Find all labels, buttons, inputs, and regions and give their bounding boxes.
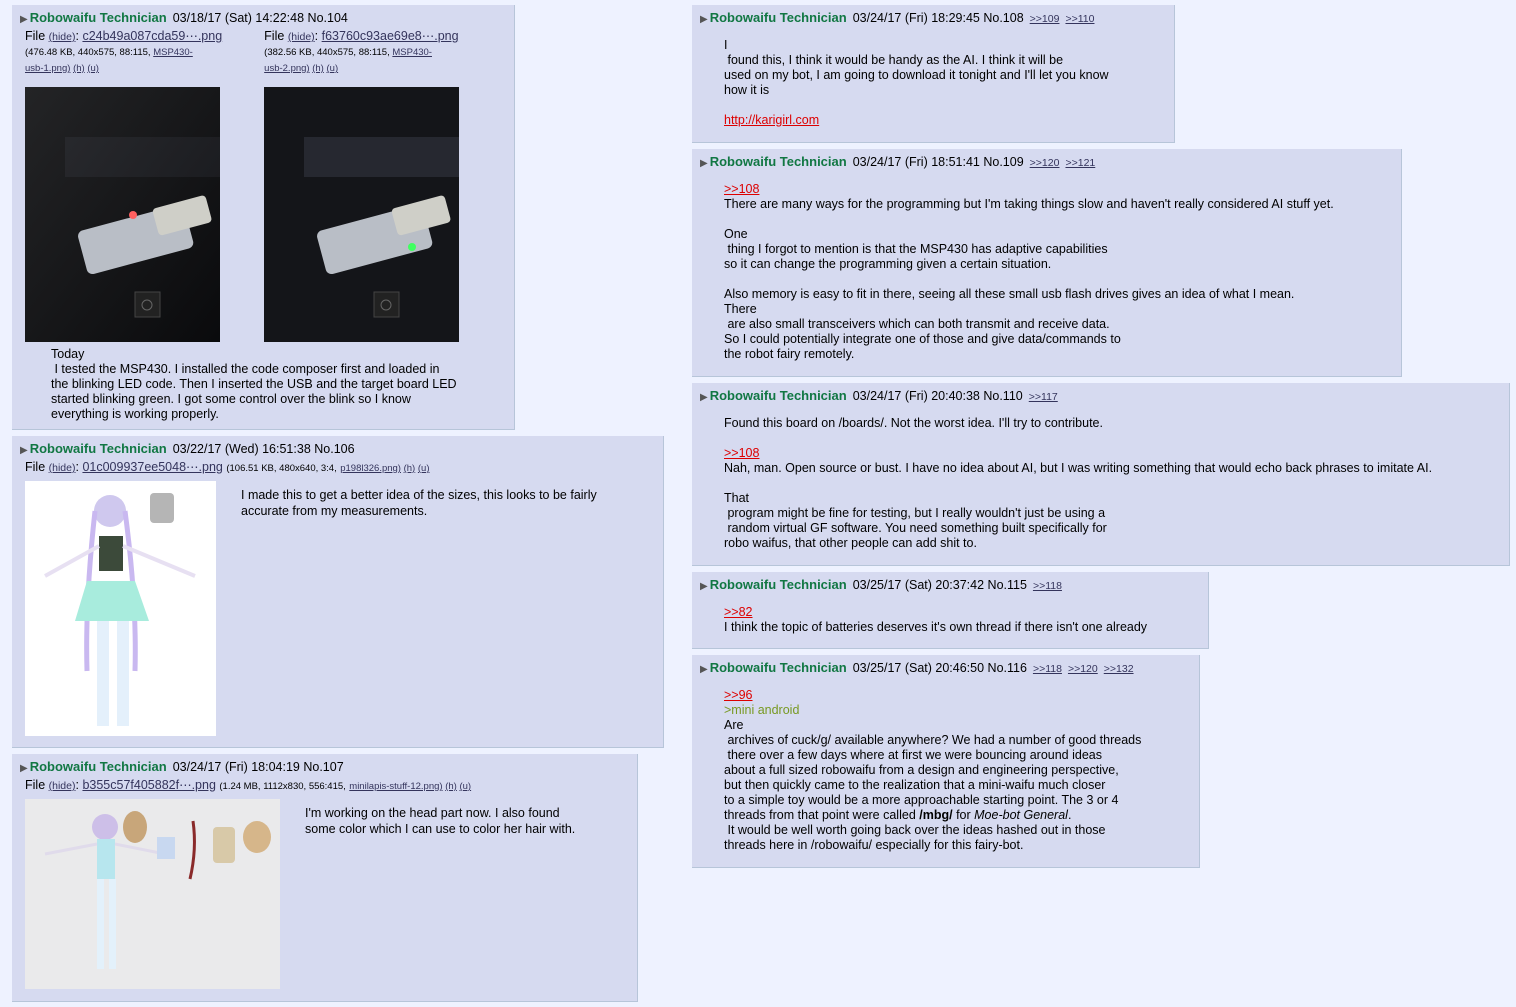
post-107: ▶ Robowaifu Technician 03/24/17 (Fri) 18:0…: [12, 754, 638, 1002]
post-108: ▶ Robowaifu Technician 03/24/17 (Fri) 18:2…: [692, 5, 1175, 143]
h-link[interactable]: (h): [73, 63, 85, 74]
post-message: >>96 >mini android Are archives of cuck/…: [724, 688, 1191, 853]
file-link[interactable]: f63760c93ae69e8⋯.png: [322, 29, 459, 43]
poster-name: Robowaifu Technician: [29, 10, 167, 25]
hide-file-link[interactable]: (hide): [49, 31, 76, 43]
menu-triangle-icon[interactable]: ▶: [20, 445, 28, 456]
post-header: ▶ Robowaifu Technician 03/22/17 (Wed) 16:5…: [20, 441, 655, 457]
post-115: ▶ Robowaifu Technician 03/25/17 (Sat) 20:3…: [692, 572, 1209, 649]
original-filename-link[interactable]: MSP430-: [153, 47, 193, 58]
h-link[interactable]: (h): [312, 63, 324, 74]
post-header: ▶ Robowaifu Technician 03/25/17 (Sat) 20:3…: [700, 577, 1200, 593]
post-message: Found this board on /boards/. Not the wo…: [724, 416, 1433, 550]
backlink[interactable]: >>117: [1029, 391, 1058, 403]
post-date: 03/24/17 (Fri) 18:51:41: [852, 155, 980, 169]
backlink[interactable]: >>109: [1030, 13, 1060, 25]
post-header: ▶ Robowaifu Technician 03/24/17 (Fri) 20:4…: [700, 388, 1501, 404]
original-filename-link[interactable]: MSP430-: [392, 47, 432, 58]
greentext: >mini android: [724, 703, 800, 717]
menu-triangle-icon[interactable]: ▶: [20, 14, 28, 25]
post-message: I found this, I think it would be handy …: [724, 38, 1109, 127]
post-109: ▶ Robowaifu Technician 03/24/17 (Fri) 18:5…: [692, 149, 1402, 377]
hide-file-link[interactable]: (hide): [49, 780, 76, 792]
file-block-1: File (hide): c24b49a087cda59⋯.png (476.4…: [25, 28, 222, 342]
backlink[interactable]: >>110: [1065, 13, 1094, 25]
post-number[interactable]: No.108: [983, 11, 1023, 25]
menu-triangle-icon[interactable]: ▶: [700, 581, 708, 592]
menu-triangle-icon[interactable]: ▶: [700, 664, 708, 675]
original-filename-link[interactable]: minilapis-stuff-12.png): [349, 781, 442, 792]
post-date: 03/24/17 (Fri) 20:40:38: [852, 389, 980, 403]
post-date: 03/18/17 (Sat) 14:22:48: [172, 11, 305, 25]
post-message: I made this to get a better idea of the …: [241, 488, 597, 518]
thumbnail-image[interactable]: [25, 481, 216, 736]
post-date: 03/24/17 (Fri) 18:04:19: [172, 760, 300, 774]
post-header: ▶ Robowaifu Technician 03/25/17 (Sat) 20:4…: [700, 660, 1191, 676]
poster-name: Robowaifu Technician: [709, 154, 847, 169]
post-message: Today I tested the MSP430. I installed t…: [51, 347, 457, 421]
quote-link[interactable]: >>82: [724, 605, 753, 619]
post-110: ▶ Robowaifu Technician 03/24/17 (Fri) 20:4…: [692, 383, 1510, 566]
post-number[interactable]: No.104: [308, 11, 348, 25]
u-link[interactable]: (u): [459, 781, 471, 792]
backlink[interactable]: >>118: [1033, 580, 1062, 592]
post-number[interactable]: No.116: [988, 661, 1027, 675]
original-filename-link[interactable]: usb-1.png): [25, 63, 70, 74]
thumbnail-image[interactable]: [25, 87, 220, 342]
poster-name: Robowaifu Technician: [709, 577, 847, 592]
post-number[interactable]: No.110: [983, 389, 1022, 403]
quote-link[interactable]: >>108: [724, 446, 759, 460]
quote-link[interactable]: >>108: [724, 182, 759, 196]
file-block-2: File (hide): f63760c93ae69e8⋯.png (382.5…: [264, 28, 460, 342]
post-date: 03/22/17 (Wed) 16:51:38: [172, 442, 311, 456]
menu-triangle-icon[interactable]: ▶: [700, 158, 708, 169]
post-header: ▶ Robowaifu Technician 03/24/17 (Fri) 18:2…: [700, 10, 1166, 26]
poster-name: Robowaifu Technician: [709, 660, 847, 675]
post-header: ▶ Robowaifu Technician 03/24/17 (Fri) 18:0…: [20, 759, 629, 775]
backlink[interactable]: >>120: [1068, 663, 1098, 675]
post-116: ▶ Robowaifu Technician 03/25/17 (Sat) 20:4…: [692, 655, 1200, 868]
quote-link[interactable]: >>96: [724, 688, 753, 702]
thumbnail-image[interactable]: [264, 87, 460, 342]
post-message: >>108 There are many ways for the progra…: [724, 182, 1334, 361]
original-filename-link[interactable]: usb-2.png): [264, 63, 309, 74]
h-link[interactable]: (h): [404, 463, 416, 474]
post-104: ▶ Robowaifu Technician 03/18/17 (Sat) 14:2…: [12, 5, 515, 430]
menu-triangle-icon[interactable]: ▶: [700, 14, 708, 25]
backlink[interactable]: >>120: [1030, 157, 1060, 169]
post-date: 03/24/17 (Fri) 18:29:45: [852, 11, 980, 25]
hide-file-link[interactable]: (hide): [288, 31, 315, 43]
post-106: ▶ Robowaifu Technician 03/22/17 (Wed) 16:5…: [12, 436, 664, 748]
u-link[interactable]: (u): [418, 463, 430, 474]
post-number[interactable]: No.115: [988, 578, 1027, 592]
file-link[interactable]: c24b49a087cda59⋯.png: [82, 29, 222, 43]
backlink[interactable]: >>132: [1104, 663, 1134, 675]
post-message: >>82 I think the topic of batteries dese…: [724, 605, 1148, 634]
post-date: 03/25/17 (Sat) 20:46:50: [852, 661, 985, 675]
file-link[interactable]: b355c57f405882f⋯.png: [82, 778, 215, 792]
h-link[interactable]: (h): [445, 781, 457, 792]
poster-name: Robowaifu Technician: [709, 10, 847, 25]
poster-name: Robowaifu Technician: [29, 759, 167, 774]
post-header: ▶ Robowaifu Technician 03/24/17 (Fri) 18:5…: [700, 154, 1393, 170]
original-filename-link[interactable]: p198l326.png): [340, 463, 401, 474]
menu-triangle-icon[interactable]: ▶: [700, 392, 708, 403]
poster-name: Robowaifu Technician: [709, 388, 847, 403]
file-link[interactable]: 01c009937ee5048⋯.png: [82, 460, 222, 474]
external-link[interactable]: http://karigirl.com: [724, 113, 819, 127]
post-number[interactable]: No.109: [983, 155, 1023, 169]
thumbnail-image[interactable]: [25, 799, 280, 989]
backlink[interactable]: >>121: [1065, 157, 1095, 169]
post-header: ▶ Robowaifu Technician 03/18/17 (Sat) 14:2…: [20, 10, 506, 26]
post-number[interactable]: No.106: [314, 442, 354, 456]
post-date: 03/25/17 (Sat) 20:37:42: [852, 578, 985, 592]
hide-file-link[interactable]: (hide): [49, 462, 76, 474]
post-message: I'm working on the head part now. I also…: [305, 806, 576, 836]
poster-name: Robowaifu Technician: [29, 441, 167, 456]
backlink[interactable]: >>118: [1033, 663, 1062, 675]
u-link[interactable]: (u): [87, 63, 99, 74]
menu-triangle-icon[interactable]: ▶: [20, 763, 28, 774]
u-link[interactable]: (u): [327, 63, 339, 74]
post-number[interactable]: No.107: [303, 760, 343, 774]
